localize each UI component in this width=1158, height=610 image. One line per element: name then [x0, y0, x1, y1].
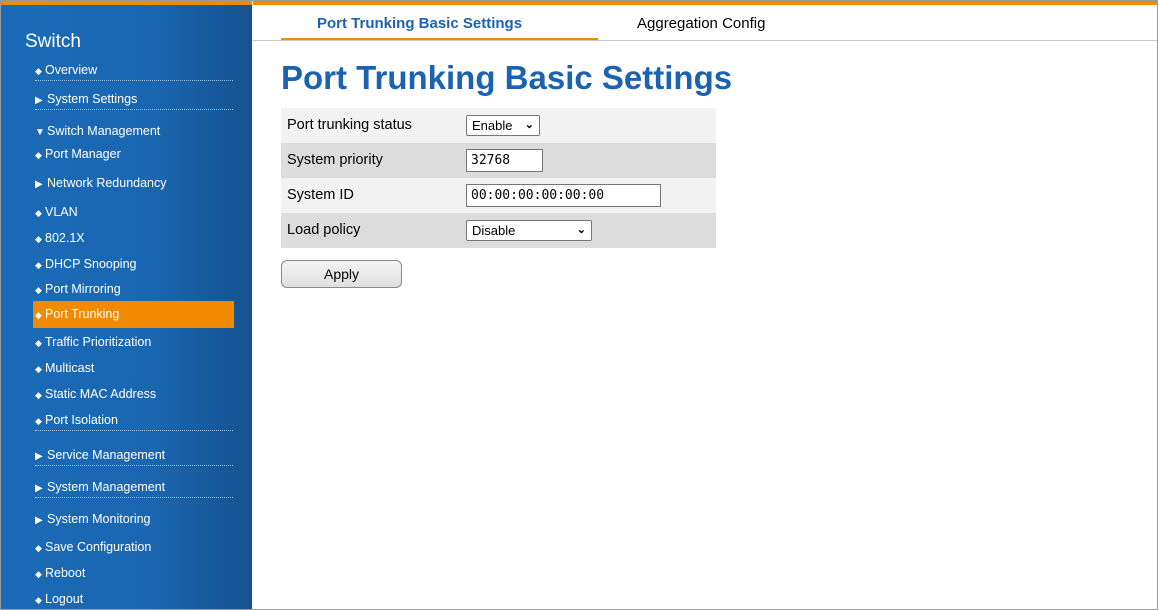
- bullet-icon: ◆: [35, 416, 42, 426]
- bullet-icon: ◆: [35, 364, 42, 374]
- sidebar-item-dhcp-snooping[interactable]: ◆ DHCP Snooping: [35, 253, 233, 275]
- sidebar-item-system-management[interactable]: ▶ System Management: [35, 476, 233, 498]
- sidebar-item-system-monitoring[interactable]: ▶ System Monitoring: [35, 508, 233, 530]
- sidebar-item-switch-management[interactable]: ▼ Switch Management: [35, 120, 233, 142]
- sidebar-item-service-management[interactable]: ▶ Service Management: [35, 444, 233, 466]
- triangle-right-icon: ▶: [35, 95, 43, 106]
- tab-divider: [253, 40, 1157, 41]
- field-label: System ID: [287, 187, 354, 203]
- load-policy-select[interactable]: Disable ⌄: [466, 220, 592, 241]
- bullet-icon: ◆: [35, 595, 42, 605]
- triangle-down-icon: ▼: [35, 127, 45, 138]
- tab-aggregation-config[interactable]: Aggregation Config: [637, 15, 765, 32]
- triangle-right-icon: ▶: [35, 515, 43, 526]
- bullet-icon: ◆: [35, 150, 42, 160]
- trunking-status-select[interactable]: Enable ⌄: [466, 115, 540, 136]
- sidebar-item-logout[interactable]: ◆ Logout: [35, 588, 233, 610]
- settings-row-priority: System priority 32768: [281, 143, 716, 178]
- bullet-icon: ◆: [35, 260, 42, 270]
- sidebar-item-multicast[interactable]: ◆ Multicast: [35, 357, 233, 379]
- sidebar-item-network-redundancy[interactable]: ▶ Network Redundancy: [35, 172, 233, 194]
- chevron-down-icon: ⌄: [576, 224, 586, 236]
- sidebar-item-port-trunking[interactable]: ◆ Port Trunking: [33, 301, 234, 328]
- page-title: Port Trunking Basic Settings: [281, 59, 733, 96]
- settings-row-status: Port trunking status Enable ⌄: [281, 108, 716, 143]
- sidebar-title: Switch: [25, 31, 81, 52]
- sidebar-item-overview[interactable]: ◆ Overview: [35, 59, 233, 81]
- settings-row-system-id: System ID 00:00:00:00:00:00: [281, 178, 716, 213]
- settings-row-load-policy: Load policy Disable ⌄: [281, 213, 716, 248]
- sidebar-item-reboot[interactable]: ◆ Reboot: [35, 562, 233, 584]
- sidebar-item-traffic-prioritization[interactable]: ◆ Traffic Prioritization: [35, 331, 233, 353]
- top-accent-bar: [253, 1, 1157, 5]
- sidebar-item-port-isolation[interactable]: ◆ Port Isolation: [35, 409, 233, 431]
- field-label: System priority: [287, 152, 383, 168]
- bullet-icon: ◆: [35, 310, 42, 320]
- triangle-right-icon: ▶: [35, 179, 43, 190]
- bullet-icon: ◆: [35, 569, 42, 579]
- sidebar: Switch ◆ Overview ▶ System Settings ▼ Switc…: [1, 1, 252, 609]
- field-label: Port trunking status: [287, 117, 412, 133]
- bullet-icon: ◆: [35, 66, 42, 76]
- sidebar-item-port-manager[interactable]: ◆ Port Manager: [35, 143, 233, 165]
- sidebar-item-system-settings[interactable]: ▶ System Settings: [35, 88, 233, 110]
- triangle-right-icon: ▶: [35, 451, 43, 462]
- chevron-down-icon: ⌄: [524, 119, 534, 131]
- bullet-icon: ◆: [35, 390, 42, 400]
- sidebar-item-vlan[interactable]: ◆ VLAN: [35, 201, 233, 223]
- system-id-input[interactable]: 00:00:00:00:00:00: [466, 184, 661, 207]
- sidebar-item-port-mirroring[interactable]: ◆ Port Mirroring: [35, 278, 233, 300]
- tab-port-trunking-basic-settings[interactable]: Port Trunking Basic Settings: [317, 15, 522, 32]
- sidebar-item-save-configuration[interactable]: ◆ Save Configuration: [35, 536, 233, 558]
- apply-button[interactable]: Apply: [281, 260, 402, 288]
- field-label: Load policy: [287, 222, 361, 238]
- sidebar-item-static-mac-address[interactable]: ◆ Static MAC Address: [35, 383, 233, 405]
- sidebar-item-8021x[interactable]: ◆ 802.1X: [35, 227, 233, 249]
- system-priority-input[interactable]: 32768: [466, 149, 543, 172]
- bullet-icon: ◆: [35, 234, 42, 244]
- bullet-icon: ◆: [35, 338, 42, 348]
- bullet-icon: ◆: [35, 543, 42, 553]
- bullet-icon: ◆: [35, 208, 42, 218]
- bullet-icon: ◆: [35, 285, 42, 295]
- triangle-right-icon: ▶: [35, 483, 43, 494]
- main-content: Port Trunking Basic Settings Aggregation…: [253, 1, 1157, 609]
